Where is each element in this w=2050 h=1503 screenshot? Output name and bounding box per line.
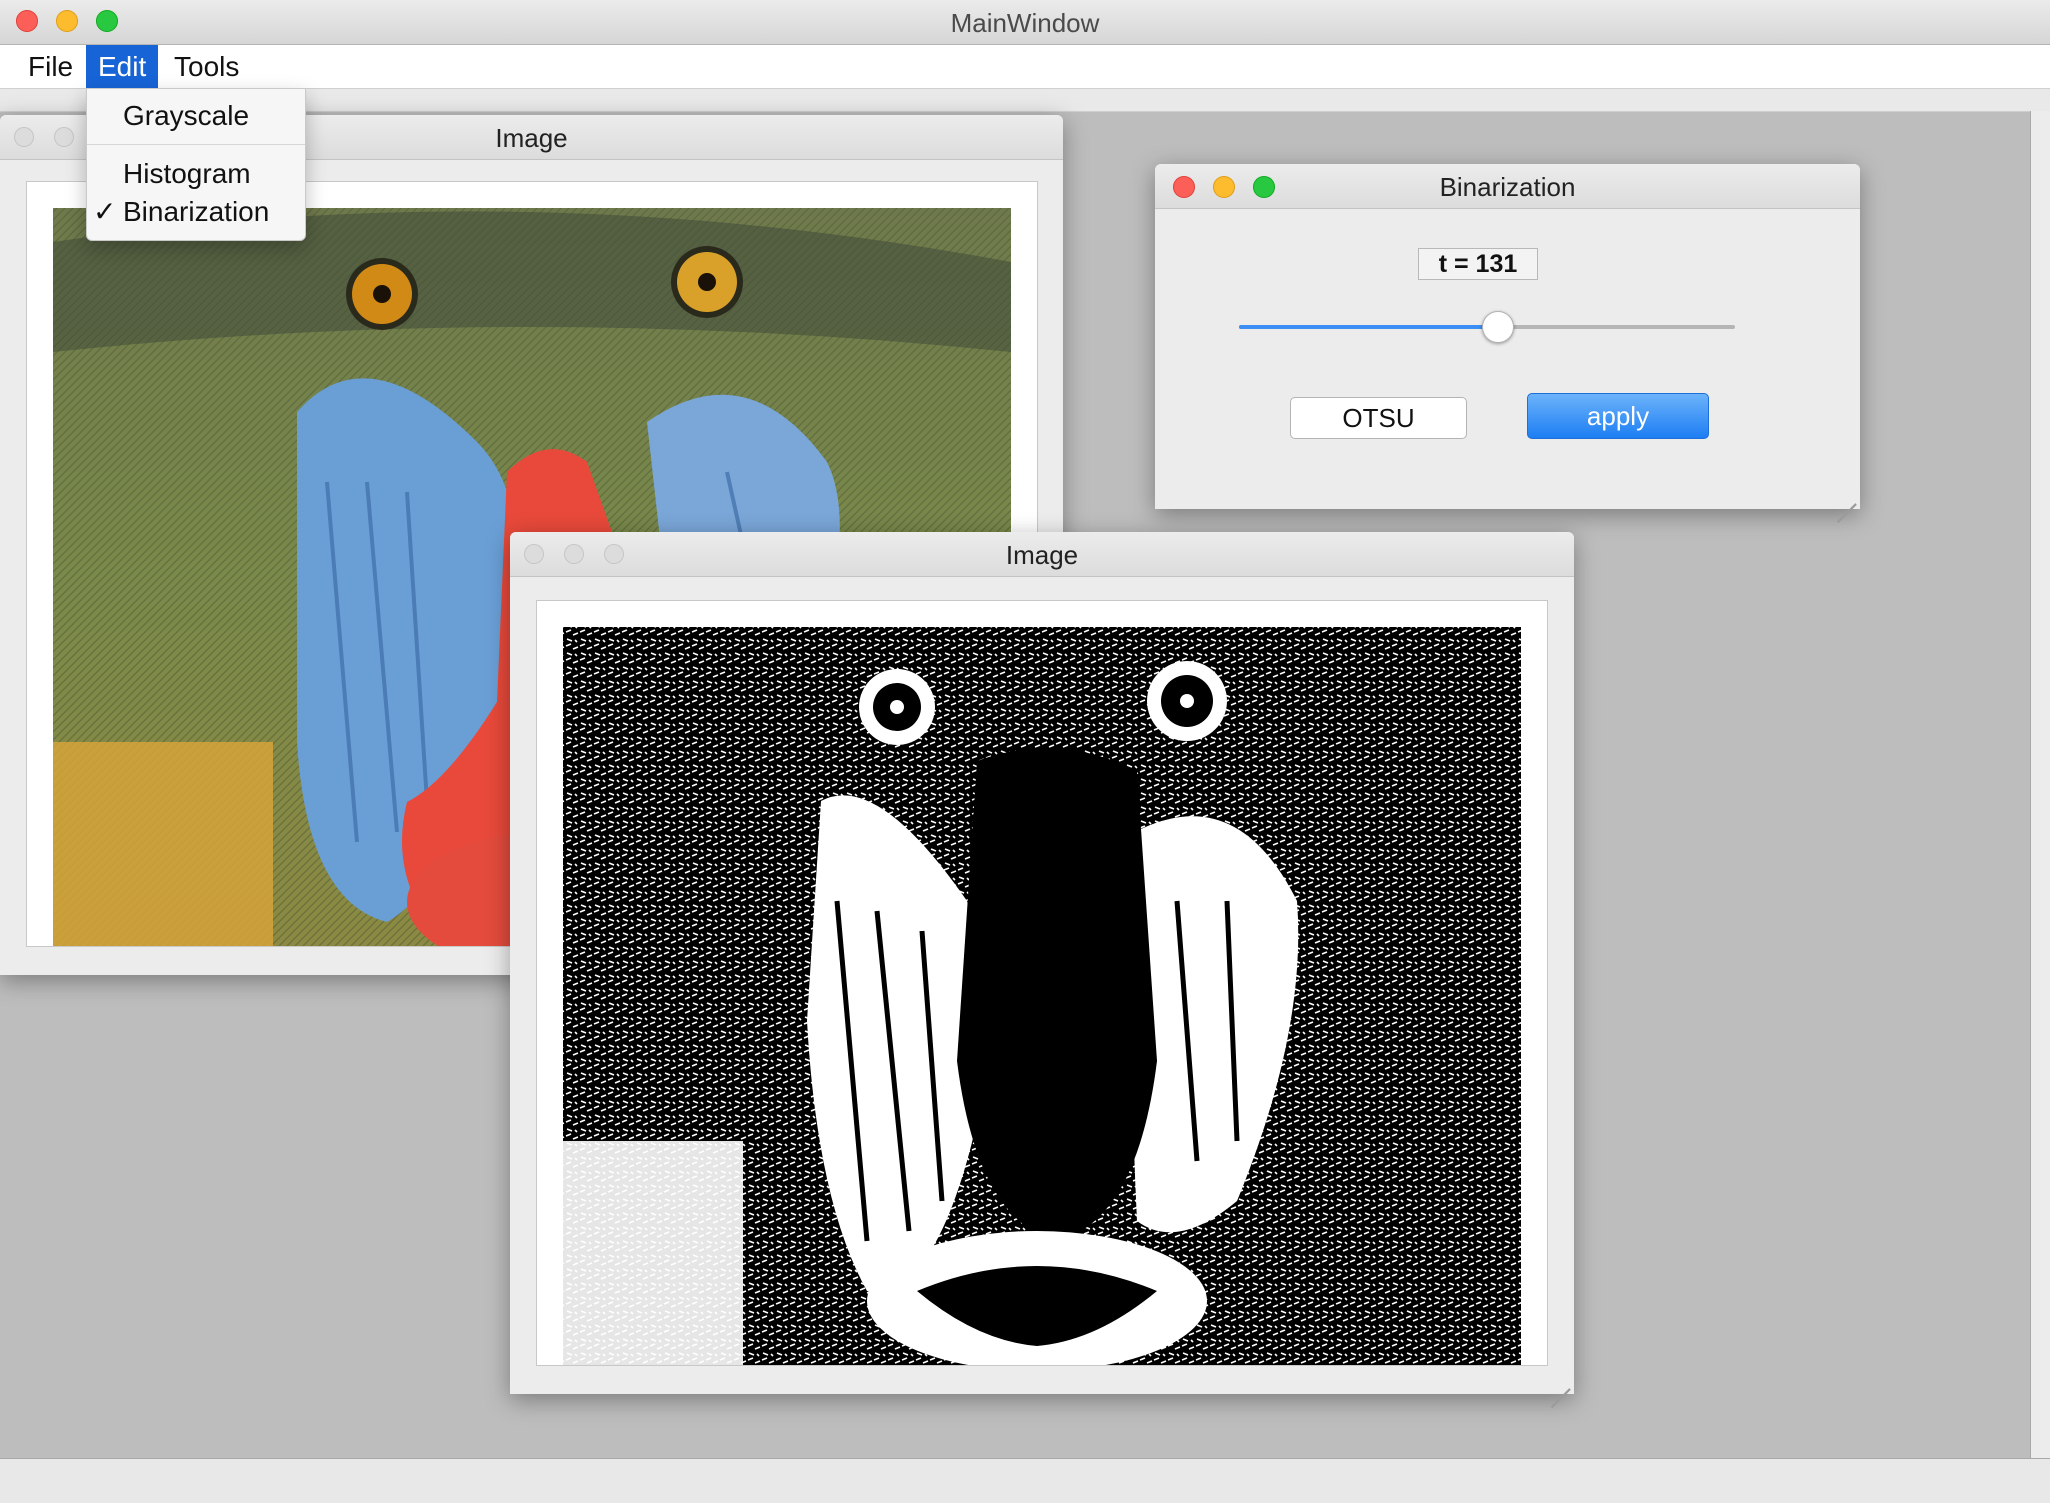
menu-separator <box>87 144 305 145</box>
menu-tools[interactable]: Tools <box>162 45 251 88</box>
image-window-binary-titlebar[interactable]: Image <box>510 532 1574 577</box>
binarization-title: Binarization <box>1439 172 1576 202</box>
binarization-titlebar[interactable]: Binarization <box>1155 164 1860 209</box>
menu-file[interactable]: File <box>16 45 85 88</box>
resize-grip-icon[interactable] <box>1550 1370 1572 1392</box>
threshold-slider[interactable] <box>1239 311 1735 343</box>
status-bar <box>0 1458 2050 1503</box>
resize-grip-icon[interactable] <box>1836 485 1858 507</box>
menu-bar: File Edit Tools <box>0 45 2050 89</box>
mdi-scrollbar[interactable] <box>2030 111 2050 1458</box>
image-window-binary-title: Image <box>1005 540 1079 570</box>
checkmark-icon: ✓ <box>93 196 117 227</box>
menu-item-grayscale[interactable]: Grayscale <box>87 97 305 135</box>
menu-edit[interactable]: Edit <box>86 45 159 88</box>
edit-menu-dropdown: Grayscale Histogram ✓ Binarization <box>86 88 306 241</box>
threshold-slider-fill <box>1239 325 1497 329</box>
menu-item-label: Histogram <box>123 158 251 189</box>
toolbar-area <box>0 89 2050 112</box>
otsu-button[interactable]: OTSU <box>1290 397 1467 439</box>
menu-item-label: Binarization <box>123 196 270 227</box>
main-window-title: MainWindow <box>950 8 1100 38</box>
menu-item-label: Grayscale <box>123 100 250 131</box>
main-window-titlebar: MainWindow <box>0 0 2050 45</box>
image-window-binary: Image <box>510 532 1574 1394</box>
menu-item-binarization[interactable]: ✓ Binarization <box>87 193 305 231</box>
apply-button[interactable]: apply <box>1527 393 1709 439</box>
mandrill-binary-image <box>563 627 1521 1365</box>
threshold-label: t = 131 <box>1418 248 1538 280</box>
threshold-slider-knob[interactable] <box>1481 311 1514 343</box>
binarization-window: Binarization t = 131 OTSU apply <box>1155 164 1860 509</box>
menu-item-histogram[interactable]: Histogram <box>87 155 305 193</box>
image-frame <box>536 600 1548 1366</box>
